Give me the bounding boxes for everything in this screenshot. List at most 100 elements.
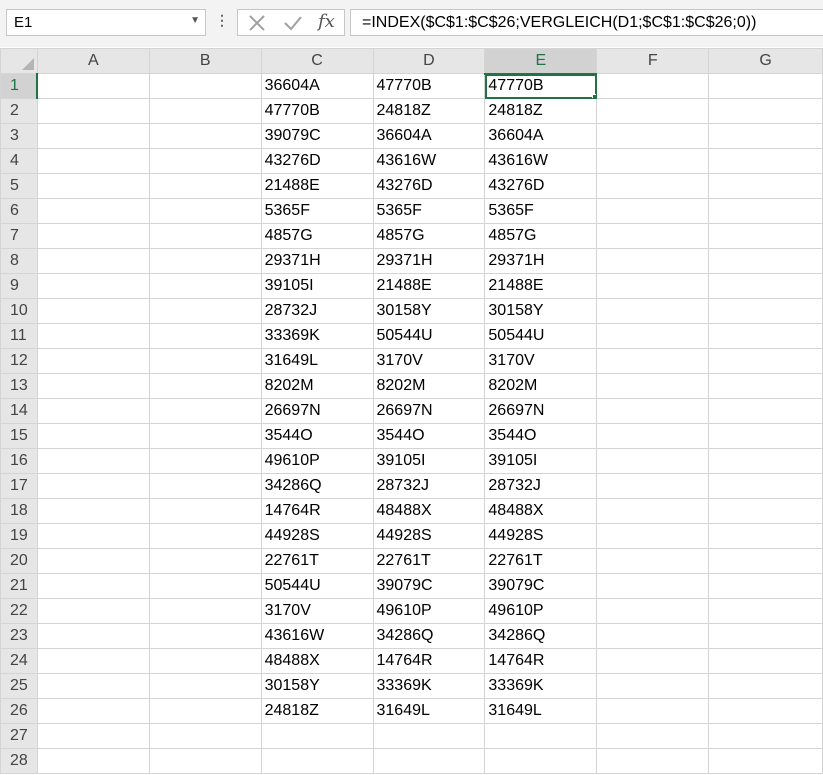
cell-f11[interactable] — [596, 323, 710, 349]
row-header[interactable]: 16 — [0, 448, 38, 474]
cell-g11[interactable] — [708, 323, 823, 349]
cell-e22[interactable]: 49610P — [484, 598, 598, 624]
cell-f1[interactable] — [596, 73, 710, 99]
cell-b14[interactable] — [148, 398, 262, 424]
cell-a18[interactable] — [36, 498, 150, 524]
cell-g3[interactable] — [708, 123, 823, 149]
column-header-c[interactable]: C — [260, 48, 374, 74]
cell-d17[interactable]: 28732J — [372, 473, 486, 499]
cell-b22[interactable] — [148, 598, 262, 624]
row-header[interactable]: 13 — [0, 373, 38, 399]
row-header[interactable]: 21 — [0, 573, 38, 599]
cell-f14[interactable] — [596, 398, 710, 424]
cell-g19[interactable] — [708, 523, 823, 549]
cell-g10[interactable] — [708, 298, 823, 324]
cell-g21[interactable] — [708, 573, 823, 599]
cell-a20[interactable] — [36, 548, 150, 574]
cell-d21[interactable]: 39079C — [372, 573, 486, 599]
cell-b2[interactable] — [148, 98, 262, 124]
cell-b9[interactable] — [148, 273, 262, 299]
cell-c4[interactable]: 43276D — [260, 148, 374, 174]
cell-g15[interactable] — [708, 423, 823, 449]
cell-e14[interactable]: 26697N — [484, 398, 598, 424]
cell-c23[interactable]: 43616W — [260, 623, 374, 649]
chevron-down-icon[interactable]: ▼ — [190, 15, 200, 26]
fill-handle[interactable] — [592, 94, 596, 98]
cell-f19[interactable] — [596, 523, 710, 549]
cell-f23[interactable] — [596, 623, 710, 649]
cell-b15[interactable] — [148, 423, 262, 449]
cell-g5[interactable] — [708, 173, 823, 199]
cell-e16[interactable]: 39105I — [484, 448, 598, 474]
cell-f22[interactable] — [596, 598, 710, 624]
cell-c17[interactable]: 34286Q — [260, 473, 374, 499]
cell-c12[interactable]: 31649L — [260, 348, 374, 374]
row-header[interactable]: 9 — [0, 273, 38, 299]
cell-e1[interactable]: 47770B — [484, 73, 598, 99]
row-header[interactable]: 6 — [0, 198, 38, 224]
cell-e26[interactable]: 31649L — [484, 698, 598, 724]
row-header[interactable]: 12 — [0, 348, 38, 374]
cell-g13[interactable] — [708, 373, 823, 399]
cell-b6[interactable] — [148, 198, 262, 224]
cell-c15[interactable]: 3544O — [260, 423, 374, 449]
cell-e11[interactable]: 50544U — [484, 323, 598, 349]
row-header[interactable]: 18 — [0, 498, 38, 524]
cell-g4[interactable] — [708, 148, 823, 174]
cell-e15[interactable]: 3544O — [484, 423, 598, 449]
column-header-f[interactable]: F — [596, 48, 710, 74]
cell-d25[interactable]: 33369K — [372, 673, 486, 699]
row-header[interactable]: 10 — [0, 298, 38, 324]
cell-f15[interactable] — [596, 423, 710, 449]
cell-a10[interactable] — [36, 298, 150, 324]
cell-f3[interactable] — [596, 123, 710, 149]
cell-e5[interactable]: 43276D — [484, 173, 598, 199]
cell-e19[interactable]: 44928S — [484, 523, 598, 549]
cell-a22[interactable] — [36, 598, 150, 624]
cell-c20[interactable]: 22761T — [260, 548, 374, 574]
cell-e6[interactable]: 5365F — [484, 198, 598, 224]
cell-f16[interactable] — [596, 448, 710, 474]
cell-d15[interactable]: 3544O — [372, 423, 486, 449]
cell-a21[interactable] — [36, 573, 150, 599]
cell-f20[interactable] — [596, 548, 710, 574]
column-header-g[interactable]: G — [708, 48, 823, 74]
cell-f21[interactable] — [596, 573, 710, 599]
cell-f12[interactable] — [596, 348, 710, 374]
cell-d6[interactable]: 5365F — [372, 198, 486, 224]
cell-b4[interactable] — [148, 148, 262, 174]
cell-g22[interactable] — [708, 598, 823, 624]
column-header-b[interactable]: B — [148, 48, 262, 74]
cell-c11[interactable]: 33369K — [260, 323, 374, 349]
cell-d8[interactable]: 29371H — [372, 248, 486, 274]
cell-g6[interactable] — [708, 198, 823, 224]
cell-b23[interactable] — [148, 623, 262, 649]
column-header-e[interactable]: E — [484, 48, 598, 75]
row-header[interactable]: 3 — [0, 123, 38, 149]
row-header[interactable]: 20 — [0, 548, 38, 574]
cell-c8[interactable]: 29371H — [260, 248, 374, 274]
row-header[interactable]: 26 — [0, 698, 38, 724]
cell-b3[interactable] — [148, 123, 262, 149]
cell-a5[interactable] — [36, 173, 150, 199]
cell-a16[interactable] — [36, 448, 150, 474]
select-all-button[interactable] — [0, 48, 38, 74]
cell-b8[interactable] — [148, 248, 262, 274]
cell-b5[interactable] — [148, 173, 262, 199]
cell-a26[interactable] — [36, 698, 150, 724]
cell-g20[interactable] — [708, 548, 823, 574]
cell-g17[interactable] — [708, 473, 823, 499]
cell-c21[interactable]: 50544U — [260, 573, 374, 599]
row-header[interactable]: 5 — [0, 173, 38, 199]
cell-f7[interactable] — [596, 223, 710, 249]
cell-e12[interactable]: 3170V — [484, 348, 598, 374]
cell-e28[interactable] — [484, 748, 598, 774]
cell-e27[interactable] — [484, 723, 598, 749]
cell-a1[interactable] — [36, 73, 150, 99]
cell-c19[interactable]: 44928S — [260, 523, 374, 549]
cell-b24[interactable] — [148, 648, 262, 674]
cell-f6[interactable] — [596, 198, 710, 224]
cell-d4[interactable]: 43616W — [372, 148, 486, 174]
cell-a3[interactable] — [36, 123, 150, 149]
cell-a8[interactable] — [36, 248, 150, 274]
